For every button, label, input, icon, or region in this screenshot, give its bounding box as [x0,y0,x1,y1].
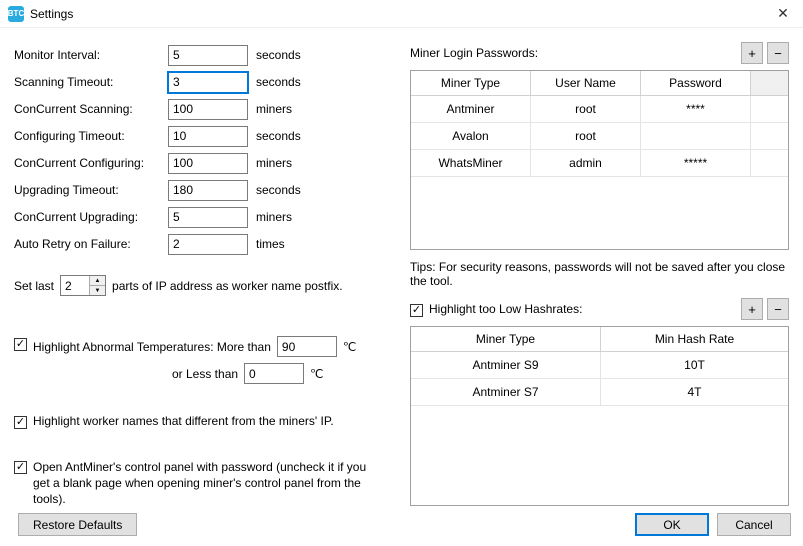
concurrent-scanning-unit: miners [256,102,292,116]
concurrent-upgrading-input[interactable] [168,207,248,228]
hash-header-type[interactable]: Miner Type [411,327,601,352]
hashrate-table[interactable]: Miner Type Min Hash Rate Antminer S9 10T… [410,326,789,506]
scanning-timeout-label: Scanning Timeout: [14,75,168,89]
monitor-interval-unit: seconds [256,48,301,62]
table-row: Avalon root [411,123,788,150]
temp-low-label: or Less than [172,367,238,381]
scanning-timeout-unit: seconds [256,75,301,89]
open-panel-label: Open AntMiner's control panel with passw… [33,459,383,508]
table-row: Antminer S7 4T [411,379,788,406]
concurrent-configuring-unit: miners [256,156,292,170]
login-header-blank [751,71,788,96]
login-add-button[interactable]: + [741,42,763,64]
chevron-down-icon[interactable]: ▼ [90,286,105,295]
monitor-interval-input[interactable] [168,45,248,66]
temp-low-input[interactable] [244,363,304,384]
upgrading-timeout-unit: seconds [256,183,301,197]
open-panel-checkbox[interactable] [14,461,27,474]
login-header-type[interactable]: Miner Type [411,71,531,96]
upgrading-timeout-input[interactable] [168,180,248,201]
table-row: Antminer root **** [411,96,788,123]
chevron-up-icon[interactable]: ▲ [90,276,105,286]
concurrent-configuring-input[interactable] [168,153,248,174]
highlight-temp-label: Highlight Abnormal Temperatures: More th… [33,340,271,354]
setlast-prefix: Set last [14,279,54,293]
highlight-low-hash-label: Highlight too Low Hashrates: [429,302,582,316]
login-header-user[interactable]: User Name [531,71,641,96]
table-row: WhatsMiner admin ***** [411,150,788,177]
concurrent-scanning-label: ConCurrent Scanning: [14,102,168,116]
tips-text: Tips: For security reasons, passwords wi… [410,260,789,288]
login-remove-button[interactable]: − [767,42,789,64]
window-title: Settings [30,7,771,21]
hash-add-button[interactable]: + [741,298,763,320]
concurrent-upgrading-unit: miners [256,210,292,224]
scanning-timeout-input[interactable] [168,72,248,93]
configuring-timeout-input[interactable] [168,126,248,147]
setlast-input[interactable] [61,276,89,295]
highlight-worker-label: Highlight worker names that different fr… [33,414,334,428]
upgrading-timeout-label: Upgrading Timeout: [14,183,168,197]
highlight-low-hash-checkbox[interactable] [410,304,423,317]
highlight-temp-checkbox[interactable] [14,338,27,351]
restore-defaults-button[interactable]: Restore Defaults [18,513,137,536]
auto-retry-label: Auto Retry on Failure: [14,237,168,251]
configuring-timeout-unit: seconds [256,129,301,143]
configuring-timeout-label: Configuring Timeout: [14,129,168,143]
hash-remove-button[interactable]: − [767,298,789,320]
concurrent-upgrading-label: ConCurrent Upgrading: [14,210,168,224]
cancel-button[interactable]: Cancel [717,513,791,536]
auto-retry-unit: times [256,237,285,251]
ok-button[interactable]: OK [635,513,709,536]
app-icon: BTC [8,6,24,22]
login-table[interactable]: Miner Type User Name Password Antminer r… [410,70,789,250]
monitor-interval-label: Monitor Interval: [14,48,168,62]
titlebar: BTC Settings ✕ [0,0,803,28]
temp-high-input[interactable] [277,336,337,357]
setlast-suffix: parts of IP address as worker name postf… [112,279,343,293]
login-header-pass[interactable]: Password [641,71,751,96]
table-row: Antminer S9 10T [411,352,788,379]
concurrent-scanning-input[interactable] [168,99,248,120]
highlight-worker-checkbox[interactable] [14,416,27,429]
auto-retry-input[interactable] [168,234,248,255]
setlast-spinner[interactable]: ▲ ▼ [60,275,106,296]
concurrent-configuring-label: ConCurrent Configuring: [14,156,168,170]
deg-c-1: ℃ [343,340,356,354]
deg-c-2: ℃ [310,367,323,381]
hash-header-rate[interactable]: Min Hash Rate [601,327,788,352]
login-passwords-label: Miner Login Passwords: [410,46,737,60]
close-icon[interactable]: ✕ [771,2,795,26]
